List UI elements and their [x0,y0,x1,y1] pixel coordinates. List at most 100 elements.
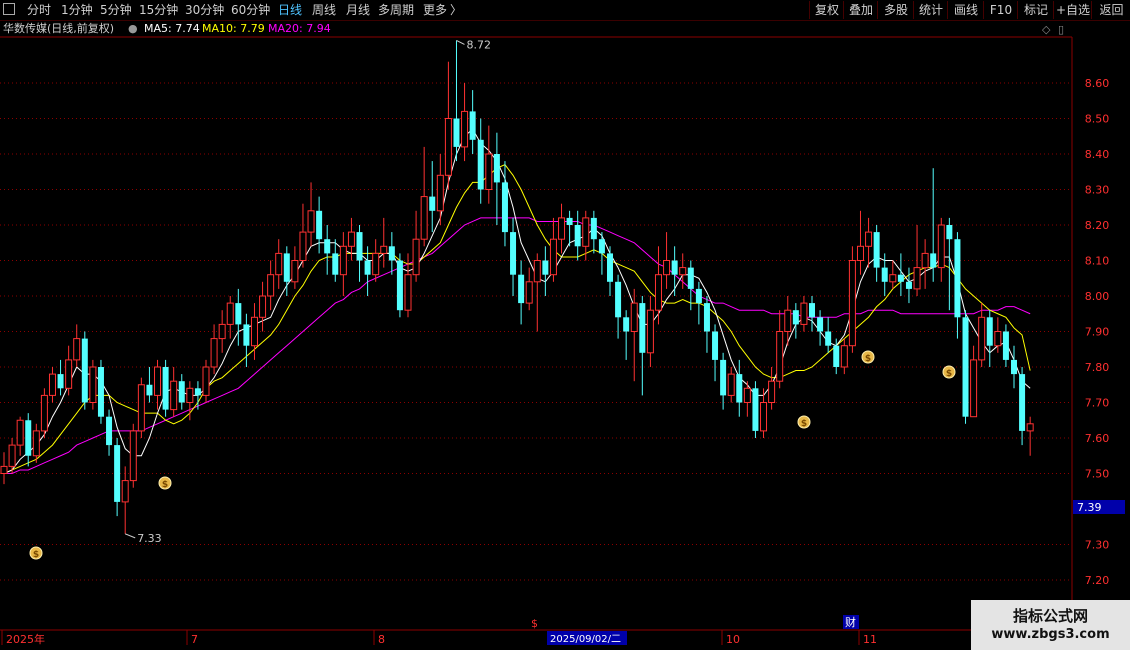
candle-body-up [129,430,137,482]
candle-body-up [380,245,388,254]
candle-body-up [913,267,921,290]
candle-body-up [291,260,299,283]
candle-body-down [962,317,969,417]
low-price-label: 7.33 [137,532,162,545]
candle-body-down [518,274,525,304]
candle-body-up [404,274,412,311]
candle-body-up [768,380,776,404]
candle-body-down [469,111,476,140]
candle-body-up [760,402,768,432]
candle-body-down [687,267,694,289]
candle-body-up [994,331,1002,347]
candle-body-up [937,224,945,269]
candle-body-up [186,387,194,403]
watermark: 指标公式网 www.zbgs3.com [971,600,1130,650]
date-axis-label: 2025年 [6,632,45,646]
price-tick-label: 8.30 [1085,184,1110,197]
candle-body-up [889,274,897,283]
candle-body-down [574,225,581,247]
money-bag-symbol: $ [801,419,807,429]
price-tick-label: 7.90 [1085,326,1110,339]
candle-body-down [194,388,201,396]
candle-body-down [566,217,573,225]
candle-body-up [663,260,671,276]
candle-body-down [598,239,605,254]
money-bag-symbol: $ [162,480,168,490]
candle-body-down [510,232,517,275]
candle-body-down [57,374,64,389]
date-cursor-label: 2025/09/02/二 [550,634,621,645]
candle-body-up [299,231,307,262]
candle-body-down [736,374,743,403]
candle-body-down [235,303,242,325]
candle-body-up [250,316,258,347]
candle-body-up [267,274,275,297]
candle-body-up [727,373,735,396]
candle-body-up [137,384,145,432]
candle-body-down [162,367,169,410]
price-tick-label: 7.60 [1085,432,1110,445]
candle-body-up [461,110,469,148]
price-tick-label: 7.80 [1085,361,1110,374]
date-axis-label: 7 [191,633,198,646]
candle-body-up [784,309,792,333]
candle-body-up [121,480,129,503]
candle-body-down [703,303,710,332]
candle-body-down [833,345,840,367]
candle-body-up [776,331,784,382]
candle-body-down [607,253,613,282]
candle-body-down [1002,331,1009,360]
candle-body-up [679,267,687,276]
price-tick-label: 8.00 [1085,290,1110,303]
money-bag-symbol: $ [33,550,39,560]
candle-body-up [743,387,751,403]
low-pointer [125,533,136,539]
finance-marker: 财 [845,615,856,629]
price-tick-label: 8.60 [1085,77,1110,90]
price-tick-label: 8.10 [1085,255,1110,268]
candle-body-down [178,381,185,403]
date-axis-label: 11 [863,633,877,646]
candle-body-up [485,153,493,190]
kline-chart[interactable]: 7.20 7.30 7.50 7.60 7.70 7.80 7.90 8.00 8.10 8.20… [0,0,1130,650]
candle-body-up [646,309,654,354]
watermark-url: www.zbgs3.com [991,627,1110,642]
candle-body-down [930,253,937,268]
candle-body-down [712,331,719,360]
price-tick-label: 7.30 [1085,539,1110,552]
candle-body-up [339,245,347,276]
price-tick-label: 7.20 [1085,574,1110,587]
candle-body-down [396,260,403,311]
candle-body-up [226,302,234,325]
candle-body-up [170,380,178,411]
ma5-line [3,128,1031,474]
candle-body-down [324,239,331,254]
candle-body-down [639,303,646,353]
candle-body-up [40,394,48,432]
candle-body-up [654,274,662,311]
candle-body-down [817,317,824,332]
candle-body-up [347,231,355,247]
candle-body-down [114,445,121,502]
candle-body-down [477,139,484,190]
candle-body-up [202,366,210,396]
candle-body-down [81,338,88,403]
candle-body-up [558,217,566,240]
candle-body-down [97,367,104,417]
candle-body-down [364,260,371,275]
candle-body-down [1019,374,1026,431]
candle-body-up [436,174,444,212]
candle-body-down [623,317,630,332]
watermark-title: 指标公式网 [1012,607,1088,625]
date-axis-label: 8 [378,633,385,646]
candle-body-up [73,338,81,361]
candle-body-up [307,210,315,233]
candle-body-down [25,420,32,456]
candle-body-down [388,246,395,261]
candle-body-down [283,253,290,282]
candle-body-down [897,274,904,282]
current-price-label: 7.39 [1077,501,1102,514]
money-bag-symbol: $ [865,354,871,364]
candle-body-up [372,252,380,276]
candle-body-down [905,281,912,289]
